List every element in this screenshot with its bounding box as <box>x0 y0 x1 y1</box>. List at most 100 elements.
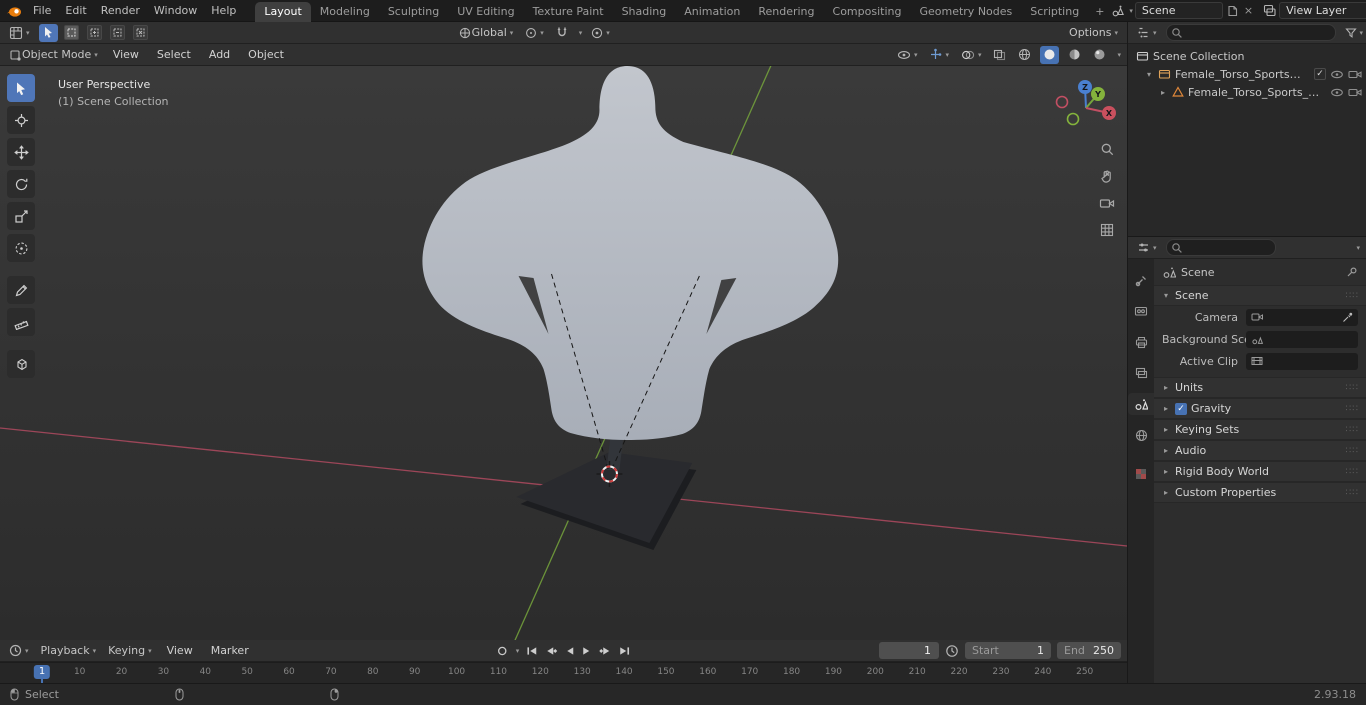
shading-material-button[interactable] <box>1065 46 1084 64</box>
pan-hand-button[interactable] <box>1096 165 1118 187</box>
expand-triangle[interactable]: ▾ <box>1144 70 1154 79</box>
panel-grip[interactable]: ∷∷ <box>1346 446 1359 456</box>
tab-scene[interactable] <box>1128 393 1154 415</box>
disable-render-camera-icon[interactable] <box>1348 87 1362 98</box>
shading-wireframe-button[interactable] <box>1015 46 1034 64</box>
properties-filter-dropdown[interactable]: ▾ <box>1356 244 1360 252</box>
tool-measure-button[interactable] <box>7 308 35 336</box>
menu-window[interactable]: Window <box>147 2 204 19</box>
workspace-tab-animation[interactable]: Animation <box>675 2 749 22</box>
timeline-ruler[interactable]: 1 10 20 30 40 50 60 70 80 90 100 110 120 130 140 150 16… <box>0 662 1127 683</box>
frame-start-field[interactable]: Start 1 <box>965 642 1051 659</box>
menu-render[interactable]: Render <box>94 2 147 19</box>
playhead-marker[interactable]: 1 <box>33 665 51 679</box>
proportional-editing-toggle[interactable]: ▾ <box>588 24 613 42</box>
tool-rotate-button[interactable] <box>7 170 35 198</box>
background-scene-field[interactable] <box>1246 330 1358 348</box>
workspace-tab-uv-editing[interactable]: UV Editing <box>448 2 523 22</box>
disable-render-camera-icon[interactable] <box>1348 69 1362 80</box>
tab-world[interactable] <box>1128 424 1154 446</box>
breadcrumb-scene-label[interactable]: Scene <box>1181 266 1215 279</box>
tool-scale-button[interactable] <box>7 202 35 230</box>
shading-dropdown[interactable]: ▾ <box>1117 51 1121 59</box>
tab-tool[interactable] <box>1128 269 1154 291</box>
new-scene-button[interactable] <box>1225 5 1240 17</box>
scene-icon[interactable] <box>1111 4 1125 18</box>
scene-panel-header[interactable]: ▾ Scene ∷∷ <box>1154 285 1366 306</box>
gravity-panel-header[interactable]: ▸ ✓ Gravity ∷∷ <box>1154 398 1366 419</box>
snap-settings-dropdown[interactable]: ▾ <box>579 29 583 37</box>
gizmos-toggle[interactable]: ▾ <box>926 46 952 64</box>
workspace-tab-shading[interactable]: Shading <box>613 2 676 22</box>
panel-grip[interactable]: ∷∷ <box>1346 488 1359 498</box>
menu-file[interactable]: File <box>26 2 58 19</box>
shading-solid-button[interactable] <box>1040 45 1060 64</box>
collection-exclude-checkbox[interactable]: ✓ <box>1314 68 1326 80</box>
active-clip-field[interactable] <box>1246 352 1358 370</box>
keying-sets-panel-header[interactable]: ▸ Keying Sets ∷∷ <box>1154 419 1366 440</box>
outliner-row-object[interactable]: ▸ Female_Torso_Sports_Ma <box>1128 83 1366 101</box>
menu-view[interactable]: View <box>107 48 145 61</box>
jump-start-button[interactable] <box>525 645 538 657</box>
gravity-checkbox[interactable]: ✓ <box>1175 402 1187 415</box>
active-tool-indicator[interactable] <box>38 23 58 42</box>
workspace-tab-geometry-nodes[interactable]: Geometry Nodes <box>910 2 1021 22</box>
workspace-tab-scripting[interactable]: Scripting <box>1021 2 1088 22</box>
rigid-body-world-panel-header[interactable]: ▸ Rigid Body World ∷∷ <box>1154 461 1366 482</box>
eyedropper-icon[interactable] <box>1342 312 1353 323</box>
gizmo-y-negative[interactable] <box>1066 112 1080 126</box>
workspace-tab-sculpting[interactable]: Sculpting <box>379 2 448 22</box>
expand-triangle[interactable]: ▸ <box>1158 88 1168 97</box>
auto-keying-toggle[interactable] <box>496 645 508 657</box>
overlays-toggle[interactable]: ▾ <box>958 46 985 64</box>
options-dropdown[interactable]: Options ▾ <box>1066 24 1121 42</box>
panel-grip[interactable]: ∷∷ <box>1346 383 1359 393</box>
timeline-editor-type-button[interactable]: ▾ <box>6 642 32 660</box>
menu-edit[interactable]: Edit <box>58 2 93 19</box>
gizmo-x-negative[interactable] <box>1055 95 1069 109</box>
workspace-tab-texture-paint[interactable]: Texture Paint <box>524 2 613 22</box>
panel-grip[interactable]: ∷∷ <box>1346 291 1359 301</box>
select-mode-extend-button[interactable] <box>86 25 102 40</box>
hide-eye-icon[interactable] <box>1330 87 1344 98</box>
viewport-canvas[interactable] <box>0 66 1127 640</box>
audio-panel-header[interactable]: ▸ Audio ∷∷ <box>1154 440 1366 461</box>
tab-render[interactable] <box>1128 300 1154 322</box>
blender-logo-icon[interactable] <box>6 3 22 19</box>
tool-move-button[interactable] <box>7 138 35 166</box>
mannequin-object[interactable] <box>422 66 839 440</box>
use-preview-range-toggle[interactable] <box>945 644 959 658</box>
unlink-scene-button[interactable]: × <box>1242 4 1255 17</box>
camera-view-button[interactable] <box>1096 192 1118 214</box>
scene-name-field[interactable]: Scene <box>1134 2 1223 19</box>
jump-end-button[interactable] <box>618 645 631 657</box>
navigation-gizmo[interactable]: Z Y X <box>1050 76 1122 140</box>
xray-toggle[interactable] <box>990 46 1009 64</box>
current-frame-field[interactable]: 1 <box>879 642 939 659</box>
tool-add-cube-button[interactable] <box>7 350 35 378</box>
next-keyframe-button[interactable] <box>599 645 612 657</box>
keying-menu[interactable]: Keying ▾ <box>105 642 154 660</box>
add-workspace-button[interactable]: + <box>1088 2 1111 22</box>
outliner-editor-type-button[interactable]: ▾ <box>1134 24 1160 42</box>
view-layer-name-field[interactable]: View Layer <box>1279 2 1366 19</box>
viewport-editor-type-button[interactable]: ▾ <box>6 24 33 42</box>
outliner-search-input[interactable] <box>1165 24 1336 41</box>
tool-select-box-button[interactable] <box>7 74 35 102</box>
tool-annotate-button[interactable] <box>7 276 35 304</box>
perspective-toggle-button[interactable] <box>1096 219 1118 241</box>
zoom-button[interactable] <box>1096 138 1118 160</box>
menu-object[interactable]: Object <box>242 48 290 61</box>
viewport-3d[interactable]: User Perspective (1) Scene Collection Z … <box>0 66 1127 640</box>
workspace-tab-rendering[interactable]: Rendering <box>749 2 823 22</box>
units-panel-header[interactable]: ▸ Units ∷∷ <box>1154 377 1366 398</box>
tab-view-layer[interactable] <box>1128 362 1154 384</box>
select-mode-subtract-button[interactable] <box>109 25 125 40</box>
workspace-tab-modeling[interactable]: Modeling <box>311 2 379 22</box>
properties-editor-type-button[interactable]: ▾ <box>1134 239 1160 257</box>
mode-dropdown[interactable]: Object Mode ▾ <box>6 46 101 64</box>
scene-dropdown-caret[interactable]: ▾ <box>1129 7 1133 15</box>
panel-grip[interactable]: ∷∷ <box>1346 425 1359 435</box>
outliner-filter-button[interactable]: ▾ <box>1342 24 1366 42</box>
menu-add[interactable]: Add <box>203 48 236 61</box>
